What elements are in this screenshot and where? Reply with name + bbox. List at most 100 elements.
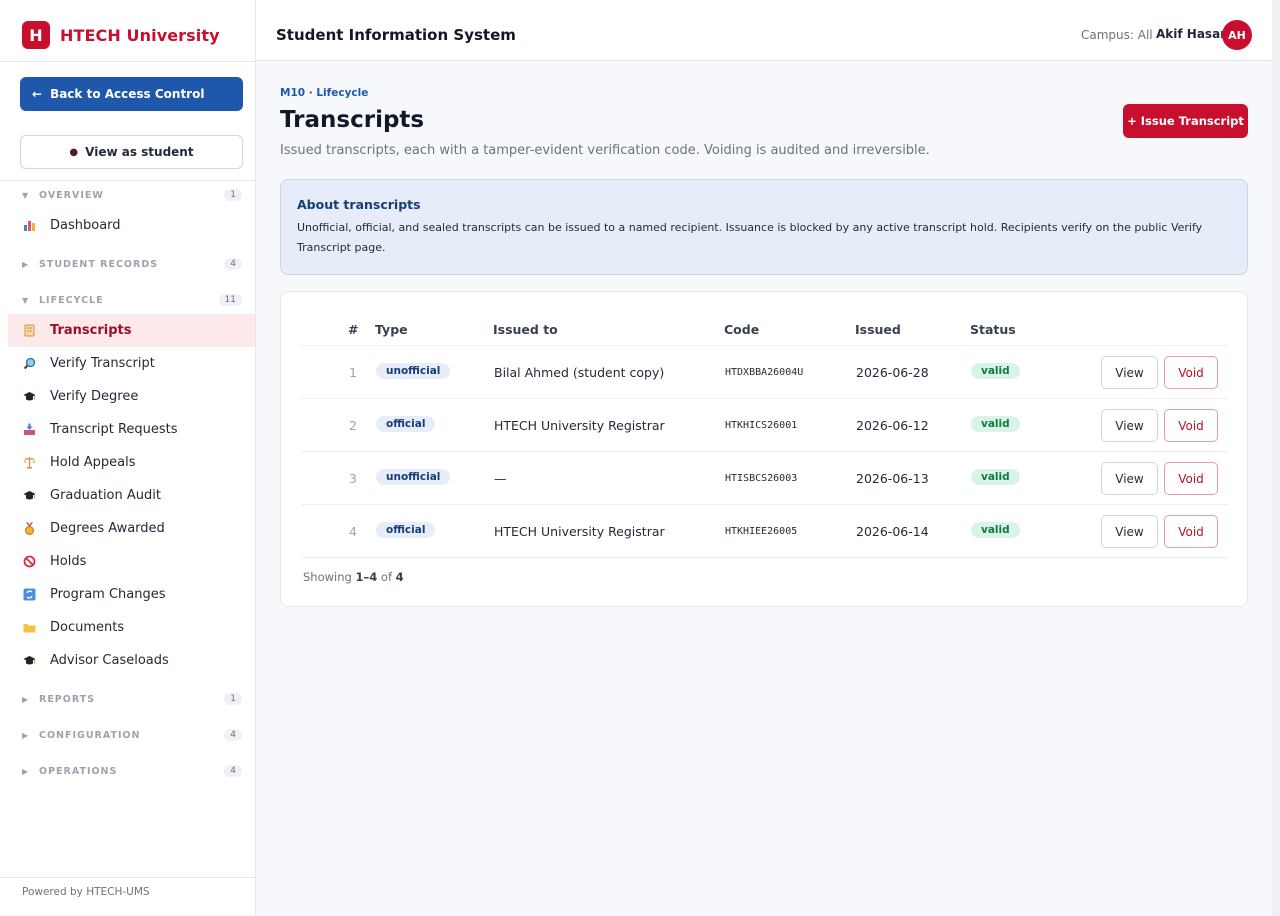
sidebar-item-label: Documents <box>50 620 125 635</box>
inbox-tray-icon <box>23 423 50 436</box>
divider <box>0 61 256 62</box>
void-button[interactable]: Void <box>1164 356 1218 389</box>
issued-date: 2026-06-12 <box>856 418 929 433</box>
sidebar-item-label: Verify Degree <box>50 389 139 404</box>
divider <box>301 557 1228 558</box>
system-title: Student Information System <box>276 26 516 44</box>
nav-group-configuration[interactable]: ▶ CONFIGURATION 4 <box>22 727 242 743</box>
brand[interactable]: H HTECH University <box>22 21 220 49</box>
table-row: 3 unofficial — HTISBCS26003 2026-06-13 v… <box>301 451 1228 504</box>
info-title: About transcripts <box>297 197 421 212</box>
caret-right-icon: ▶ <box>22 259 29 269</box>
sidebar-item-program-changes[interactable]: Program Changes <box>8 578 255 611</box>
page-subtitle: Issued transcripts, each with a tamper-e… <box>280 143 930 158</box>
column-header-type: Type <box>375 322 408 337</box>
back-to-access-control-button[interactable]: ← Back to Access Control <box>20 77 243 111</box>
nav-group-reports[interactable]: ▶ REPORTS 1 <box>22 691 242 707</box>
magnifier-icon <box>23 357 50 370</box>
void-button[interactable]: Void <box>1164 515 1218 548</box>
column-header-issued-to: Issued to <box>493 322 558 337</box>
nav-group-count: 1 <box>224 189 242 201</box>
showing-prefix: Showing <box>303 570 352 584</box>
sidebar-item-dashboard[interactable]: Dashboard <box>8 209 255 242</box>
sidebar-item-hold-appeals[interactable]: Hold Appeals <box>8 446 255 479</box>
user-name[interactable]: Akif Hasan <box>1156 27 1229 41</box>
row-number: 4 <box>349 524 357 539</box>
sidebar-item-label: Verify Transcript <box>50 356 155 371</box>
nav-group-label: LIFECYCLE <box>39 294 104 306</box>
transcripts-table-card: # Type Issued to Code Issued Status 1 un… <box>280 291 1248 607</box>
sidebar-item-label: Holds <box>50 554 87 569</box>
sidebar-item-label: Hold Appeals <box>50 455 136 470</box>
nav-group-operations[interactable]: ▶ OPERATIONS 4 <box>22 763 242 779</box>
sidebar-item-verify-degree[interactable]: Verify Degree <box>8 380 255 413</box>
nav-group-label: STUDENT RECORDS <box>39 258 159 270</box>
caret-right-icon: ▶ <box>22 694 29 704</box>
nav-group-student-records[interactable]: ▶ STUDENT RECORDS 4 <box>22 256 242 272</box>
graduation-cap-icon <box>23 654 50 667</box>
nav-group-lifecycle[interactable]: ▼ LIFECYCLE 11 <box>22 292 242 308</box>
sidebar-item-holds[interactable]: Holds <box>8 545 255 578</box>
verification-code: HTKHICS26001 <box>725 420 798 431</box>
page-title: Transcripts <box>280 107 425 133</box>
sidebar-item-transcript-requests[interactable]: Transcript Requests <box>8 413 255 446</box>
caret-right-icon: ▶ <box>22 730 29 740</box>
verification-code: HTDXBBA26004U <box>725 367 804 378</box>
type-badge: official <box>376 416 436 432</box>
status-badge: valid <box>971 522 1020 538</box>
void-button[interactable]: Void <box>1164 409 1218 442</box>
nav-group-label: OPERATIONS <box>39 765 118 777</box>
refresh-icon <box>23 588 50 601</box>
nav-group-count: 4 <box>224 258 242 270</box>
sidebar-item-advisor-caseloads[interactable]: Advisor Caseloads <box>8 644 255 677</box>
campus-selector[interactable]: Campus: All <box>1081 28 1153 42</box>
divider <box>0 877 256 878</box>
sidebar-item-transcripts[interactable]: Transcripts <box>8 314 255 347</box>
type-badge: official <box>376 522 436 538</box>
issued-to: Bilal Ahmed (student copy) <box>494 365 665 380</box>
column-header-issued: Issued <box>855 322 901 337</box>
avatar[interactable]: AH <box>1222 20 1252 50</box>
row-number: 2 <box>349 418 357 433</box>
sidebar-item-degrees-awarded[interactable]: Degrees Awarded <box>8 512 255 545</box>
medal-icon <box>23 522 50 535</box>
nav-group-count: 1 <box>224 693 242 705</box>
view-button[interactable]: View <box>1101 515 1158 548</box>
table-row: 1 unofficial Bilal Ahmed (student copy) … <box>301 345 1228 398</box>
scrollbar[interactable] <box>1272 0 1280 916</box>
caret-down-icon: ▼ <box>22 295 29 305</box>
sidebar-item-label: Transcript Requests <box>50 422 178 437</box>
balance-scale-icon <box>23 456 50 469</box>
caret-right-icon: ▶ <box>22 766 29 776</box>
info-callout: About transcripts Unofficial, official, … <box>280 179 1248 275</box>
view-button[interactable]: View <box>1101 462 1158 495</box>
issue-transcript-button[interactable]: + Issue Transcript <box>1123 104 1248 138</box>
pagination-summary: Showing 1–4 of 4 <box>303 570 404 584</box>
bar-chart-icon <box>23 219 50 232</box>
issued-date: 2026-06-13 <box>856 471 929 486</box>
prohibited-icon <box>23 555 50 568</box>
view-as-student-button[interactable]: ● View as student <box>20 135 243 169</box>
nav-group-label: CONFIGURATION <box>39 729 141 741</box>
void-button[interactable]: Void <box>1164 462 1218 495</box>
sidebar-item-label: Graduation Audit <box>50 488 161 503</box>
table-row: 2 official HTECH University Registrar HT… <box>301 398 1228 451</box>
nav-group-label: REPORTS <box>39 693 96 705</box>
nav-group-overview[interactable]: ▼ OVERVIEW 1 <box>22 187 242 203</box>
type-badge: unofficial <box>376 469 451 485</box>
sidebar-item-label: Advisor Caseloads <box>50 653 169 668</box>
status-badge: valid <box>971 469 1020 485</box>
back-button-label: Back to Access Control <box>50 87 205 101</box>
nav-group-count: 11 <box>218 294 242 306</box>
sidebar-item-verify-transcript[interactable]: Verify Transcript <box>8 347 255 380</box>
view-button[interactable]: View <box>1101 356 1158 389</box>
view-button[interactable]: View <box>1101 409 1158 442</box>
sidebar-item-graduation-audit[interactable]: Graduation Audit <box>8 479 255 512</box>
nav-group-label: OVERVIEW <box>39 189 104 201</box>
row-number: 1 <box>349 365 357 380</box>
caret-down-icon: ▼ <box>22 190 29 200</box>
arrow-left-icon: ← <box>32 87 43 101</box>
sidebar-item-label: Degrees Awarded <box>50 521 165 536</box>
sidebar-item-documents[interactable]: Documents <box>8 611 255 644</box>
breadcrumb[interactable]: M10 · Lifecycle <box>280 87 368 99</box>
